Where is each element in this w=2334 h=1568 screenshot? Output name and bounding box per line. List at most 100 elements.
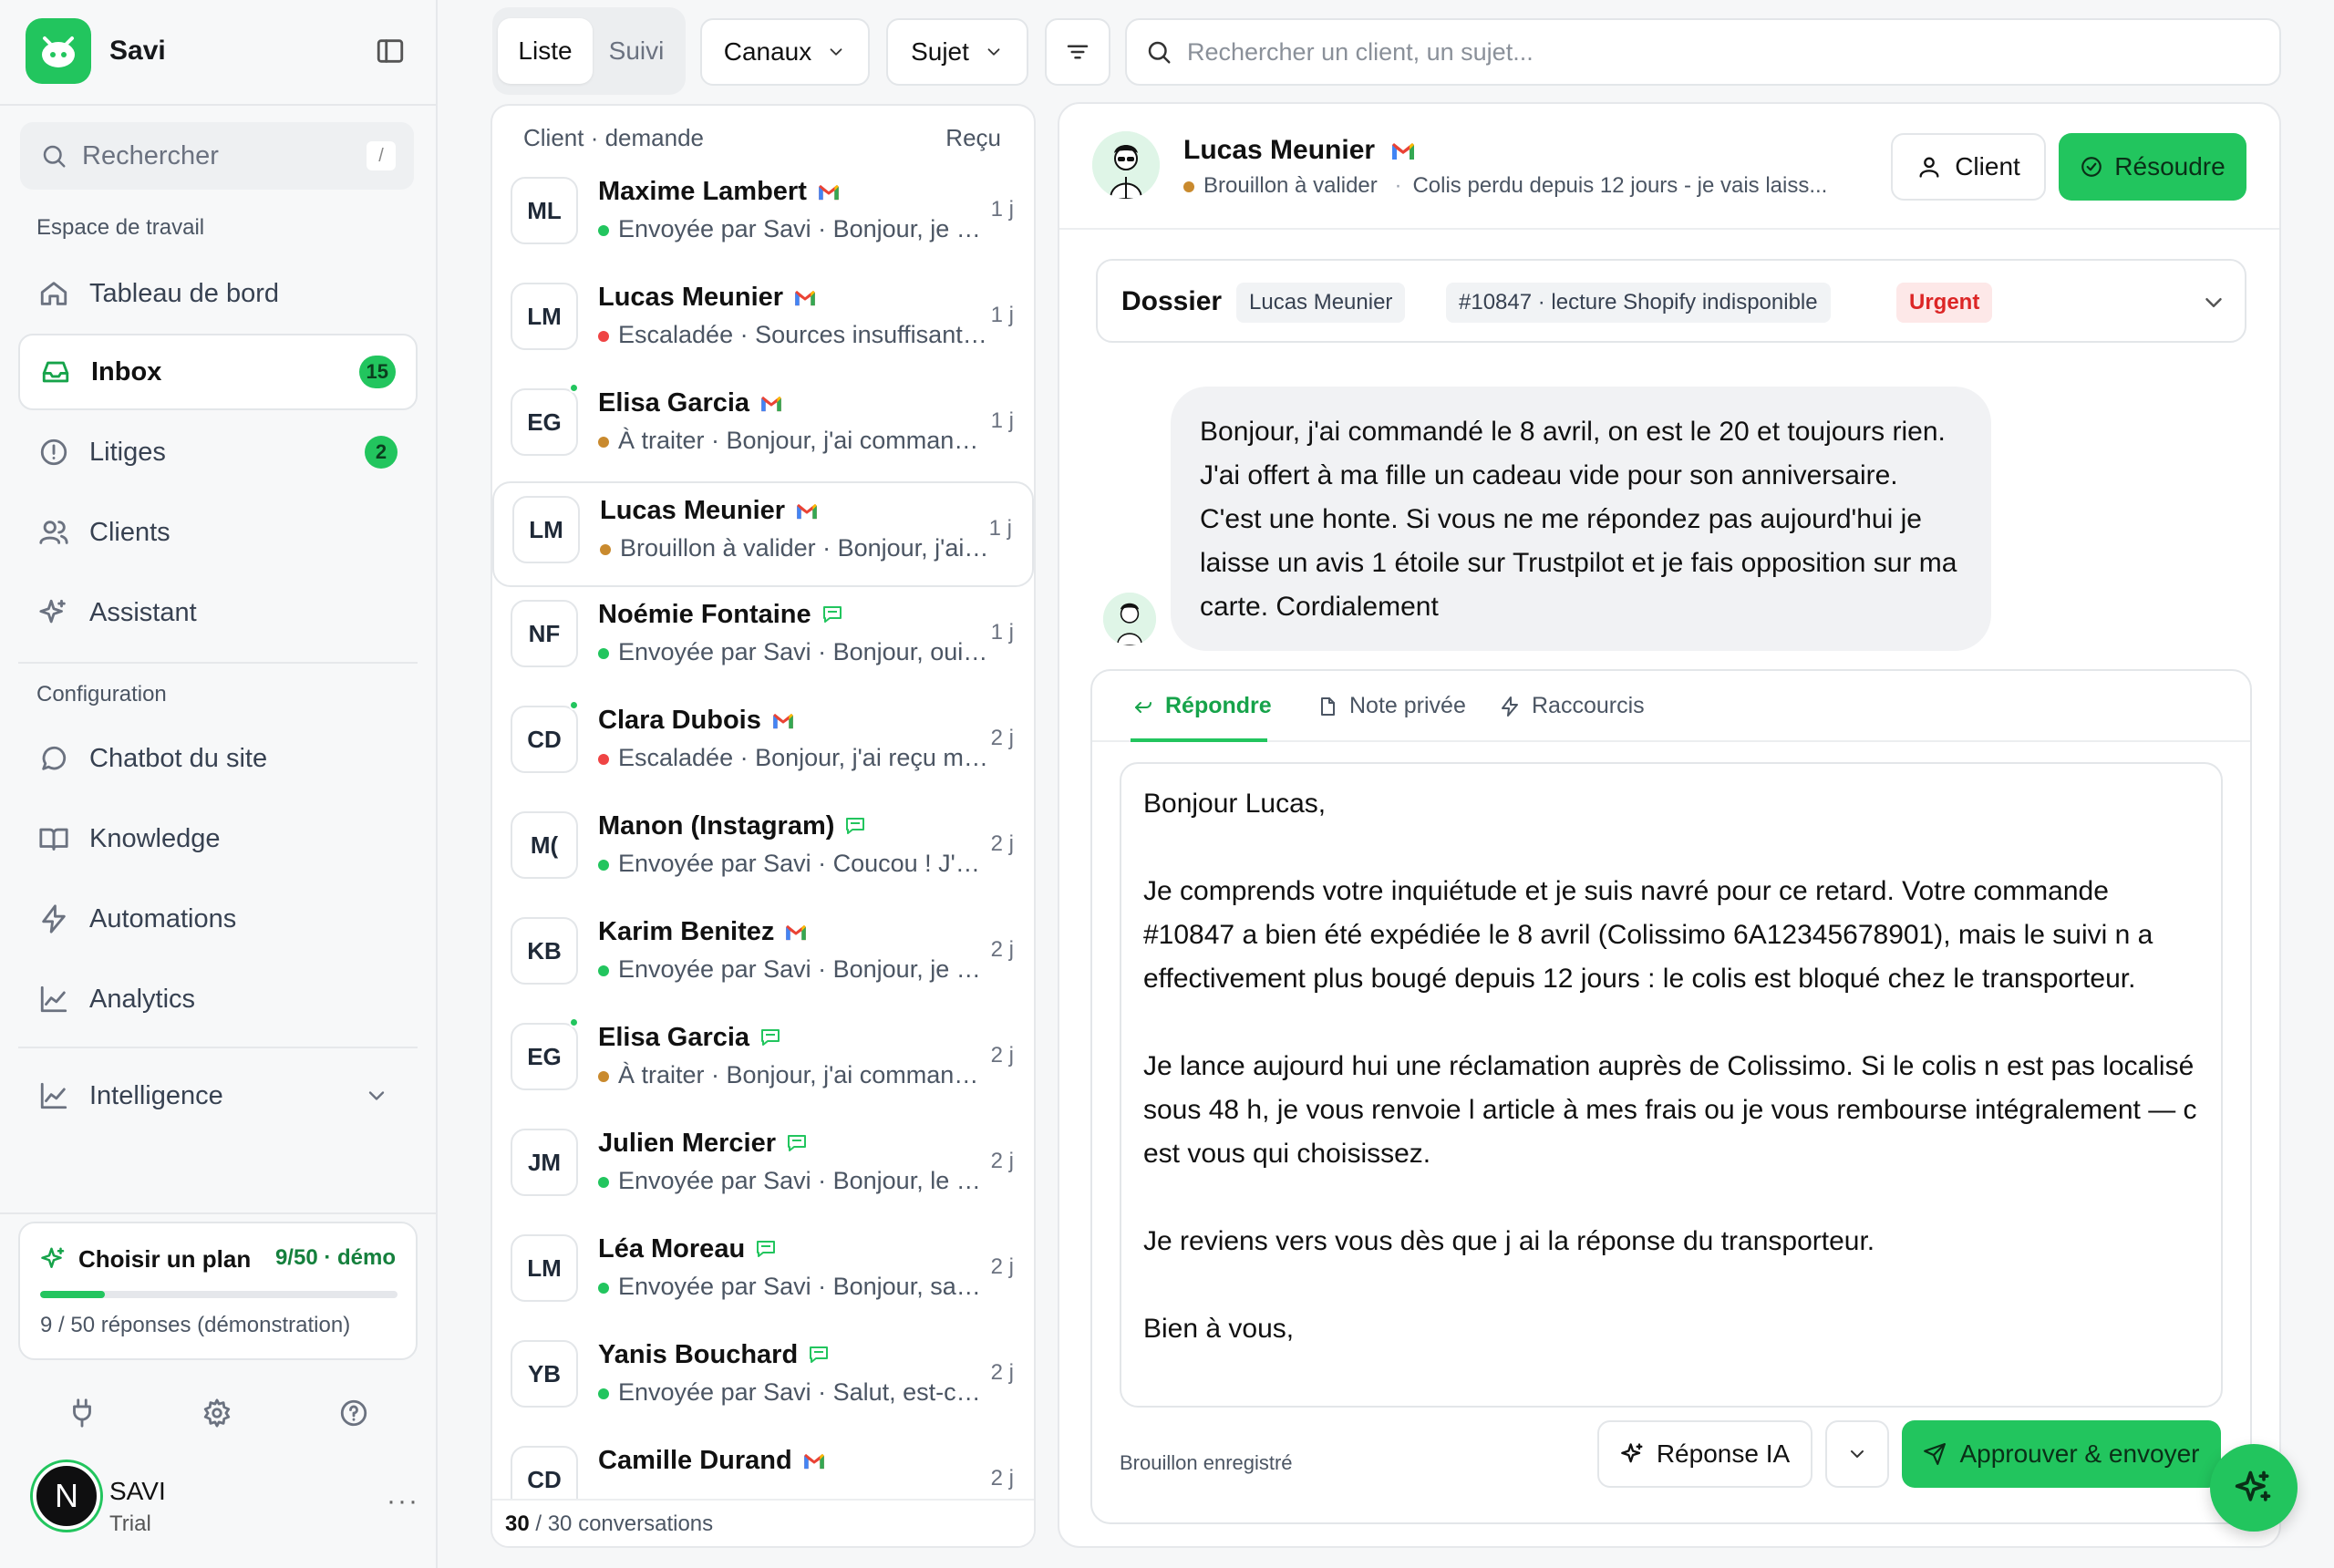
conversation-preview: Envoyée par Savi · Bonjour, je vous conf… bbox=[598, 955, 990, 984]
list-header: Client · demande Reçu bbox=[492, 106, 1034, 164]
tab-reply[interactable]: Répondre bbox=[1132, 693, 1272, 719]
avatar: LM bbox=[512, 496, 580, 563]
conversation-name-text: Lucas Meunier bbox=[600, 496, 786, 525]
list-item[interactable]: ML Maxime Lambert Envoyée par Savi · Bonjo… bbox=[492, 164, 1034, 270]
conversation-name: Elisa Garcia bbox=[598, 1023, 780, 1054]
disputes-count-badge: 2 bbox=[365, 436, 398, 469]
sidebar-item-automations[interactable]: Automations bbox=[18, 881, 418, 957]
channels-dropdown[interactable]: Canaux bbox=[700, 18, 870, 86]
assistant-fab[interactable] bbox=[2210, 1444, 2298, 1532]
conversation-preview-text: Envoyée par Savi · Salut, est-ce que... bbox=[618, 1378, 990, 1406]
ai-options-dropdown[interactable] bbox=[1825, 1420, 1889, 1488]
draft-paragraph: Je reviens vers vous dès que j ai la rép… bbox=[1143, 1226, 1875, 1256]
divider bbox=[18, 1047, 418, 1048]
sidebar-item-knowledge[interactable]: Knowledge bbox=[18, 800, 418, 877]
sidebar-item-intelligence[interactable]: Intelligence bbox=[18, 1057, 418, 1134]
ai-reply-button[interactable]: Réponse IA bbox=[1597, 1420, 1812, 1488]
received-time: 2 j bbox=[990, 1360, 1014, 1385]
conversation-preview-text: Escaladée · Bonjour, j'ai reçu mon colis… bbox=[618, 744, 990, 771]
sidebar-item-label: Clients bbox=[89, 517, 170, 547]
plan-card[interactable]: Choisir un plan 9/50 · démo 9 / 50 répon… bbox=[18, 1222, 418, 1360]
conversation-name-text: Yanis Bouchard bbox=[598, 1340, 799, 1369]
avatar: EG bbox=[511, 1023, 578, 1090]
conversation-name-text: Clara Dubois bbox=[598, 706, 761, 735]
draft-paragraph: Bonjour Lucas, bbox=[1143, 789, 1327, 819]
subject-dropdown[interactable]: Sujet bbox=[886, 18, 1028, 86]
tab-list[interactable]: Liste bbox=[498, 18, 593, 84]
approve-send-button[interactable]: Approuver & envoyer bbox=[1902, 1420, 2221, 1488]
list-item[interactable]: LM Lucas Meunier Brouillon à valider · Bon… bbox=[492, 481, 1034, 587]
gmail-icon bbox=[785, 918, 807, 948]
status-dot bbox=[598, 753, 609, 765]
inbox-icon bbox=[38, 355, 73, 389]
sidebar-item-dashboard[interactable]: Tableau de bord bbox=[18, 255, 418, 332]
sidebar-toggle-icon[interactable] bbox=[372, 33, 408, 69]
conversation-detail: Lucas Meunier Brouillon à valider · Colis… bbox=[1058, 102, 2281, 1548]
tab-private-note[interactable]: Note privée bbox=[1317, 693, 1466, 719]
conversation-list: Client · demande Reçu ML Maxime Lambert En… bbox=[491, 104, 1036, 1548]
more-horizontal-icon[interactable]: ··· bbox=[387, 1486, 419, 1517]
reply-editor[interactable]: Bonjour Lucas, Je comprends votre inquiét… bbox=[1120, 762, 2223, 1408]
sidebar-item-label: Tableau de bord bbox=[89, 278, 279, 308]
list-item[interactable]: EG Elisa Garcia À traiter · Bonjour, j'ai … bbox=[492, 376, 1034, 481]
urgent-badge: Urgent bbox=[1896, 283, 1993, 323]
avatar: KB bbox=[511, 917, 578, 985]
brand[interactable]: Savi bbox=[26, 18, 408, 84]
list-footer: 30 / 30 conversations bbox=[492, 1499, 1034, 1546]
received-time: 2 j bbox=[990, 1466, 1014, 1491]
conversation-name-text: Camille Durand bbox=[598, 1446, 792, 1475]
sidebar-item-disputes[interactable]: Litiges 2 bbox=[18, 414, 418, 490]
sidebar-search[interactable]: Rechercher / bbox=[20, 122, 414, 190]
conversation-search[interactable]: Rechercher un client, un sujet... bbox=[1125, 18, 2281, 86]
sidebar-item-label: Inbox bbox=[91, 356, 162, 387]
sparkles-icon bbox=[40, 1245, 67, 1273]
sidebar-search-label: Rechercher bbox=[82, 140, 219, 170]
tab-followup[interactable]: Suivi bbox=[593, 18, 680, 84]
sidebar-item-inbox[interactable]: Inbox 15 bbox=[18, 334, 418, 410]
client-button-label: Client bbox=[1955, 152, 2020, 181]
status-dot bbox=[598, 1070, 609, 1082]
dossier-title: Dossier bbox=[1121, 286, 1223, 316]
online-indicator bbox=[569, 1017, 579, 1027]
list-item[interactable]: NF Noémie Fontaine Envoyée par Savi · Bonj… bbox=[492, 587, 1034, 693]
note-icon bbox=[1317, 696, 1338, 717]
list-item[interactable]: KB Karim Benitez Envoyée par Savi · Bonjou… bbox=[492, 904, 1034, 1010]
list-item[interactable]: LM Léa Moreau Envoyée par Savi · Bonjour, … bbox=[492, 1222, 1034, 1327]
client-button[interactable]: Client bbox=[1891, 133, 2046, 201]
sidebar-item-chatbot[interactable]: Chatbot du site bbox=[18, 720, 418, 797]
list-item[interactable]: JM Julien Mercier Envoyée par Savi · Bonjo… bbox=[492, 1116, 1034, 1222]
list-item[interactable]: EG Elisa Garcia À traiter · Bonjour, j'ai … bbox=[492, 1010, 1034, 1116]
tab-shortcuts[interactable]: Raccourcis bbox=[1499, 693, 1645, 719]
send-icon bbox=[1923, 1442, 1947, 1466]
plug-icon[interactable] bbox=[64, 1395, 100, 1431]
draft-paragraph: Je lance aujourd hui une réclamation aup… bbox=[1143, 1051, 2197, 1169]
help-circle-icon[interactable] bbox=[336, 1395, 372, 1431]
divider bbox=[0, 1212, 438, 1214]
gmail-icon bbox=[1391, 142, 1415, 160]
conversation-preview: Envoyée par Savi · Bonjour, je vous conf… bbox=[598, 215, 990, 243]
sidebar-item-analytics[interactable]: Analytics bbox=[18, 961, 418, 1037]
gmail-icon bbox=[772, 707, 794, 737]
avatar: YB bbox=[511, 1340, 578, 1408]
sidebar-item-assistant[interactable]: Assistant bbox=[18, 574, 418, 651]
user-profile[interactable]: N SAVI Trial ··· bbox=[27, 1462, 419, 1544]
conversation-name-text: Maxime Lambert bbox=[598, 177, 807, 206]
plan-title: Choisir un plan bbox=[78, 1245, 252, 1273]
sidebar-item-clients[interactable]: Clients bbox=[18, 494, 418, 571]
dossier-panel[interactable]: Dossier Lucas Meunier #10847 · lecture S… bbox=[1096, 259, 2246, 343]
list-item[interactable]: CD Clara Dubois Escaladée · Bonjour, j'ai … bbox=[492, 693, 1034, 799]
list-item[interactable]: M(Manon (Instagram) Envoyée par Savi · Co… bbox=[492, 799, 1034, 904]
ai-reply-label: Réponse IA bbox=[1656, 1439, 1791, 1468]
conversation-preview-text: Envoyée par Savi · Bonjour, je vous conf… bbox=[618, 215, 990, 242]
gear-icon[interactable] bbox=[199, 1395, 235, 1431]
list-item[interactable]: LM Lucas Meunier Escaladée · Sources insuf… bbox=[492, 270, 1034, 376]
conversation-name: Elisa Garcia bbox=[598, 388, 782, 419]
app-root: Savi Rechercher / Espace de travail Tabl… bbox=[0, 0, 2334, 1568]
list-item[interactable]: YB Yanis Bouchard Envoyée par Savi · Salut… bbox=[492, 1327, 1034, 1433]
conversation-preview-text: Envoyée par Savi · Bonjour, oui bien sûr… bbox=[618, 638, 990, 665]
filter-button[interactable] bbox=[1045, 18, 1110, 86]
resolve-button[interactable]: Résoudre bbox=[2059, 133, 2246, 201]
avatar bbox=[1092, 131, 1160, 199]
bolt-icon bbox=[1499, 696, 1521, 717]
received-time: 2 j bbox=[990, 1149, 1014, 1173]
